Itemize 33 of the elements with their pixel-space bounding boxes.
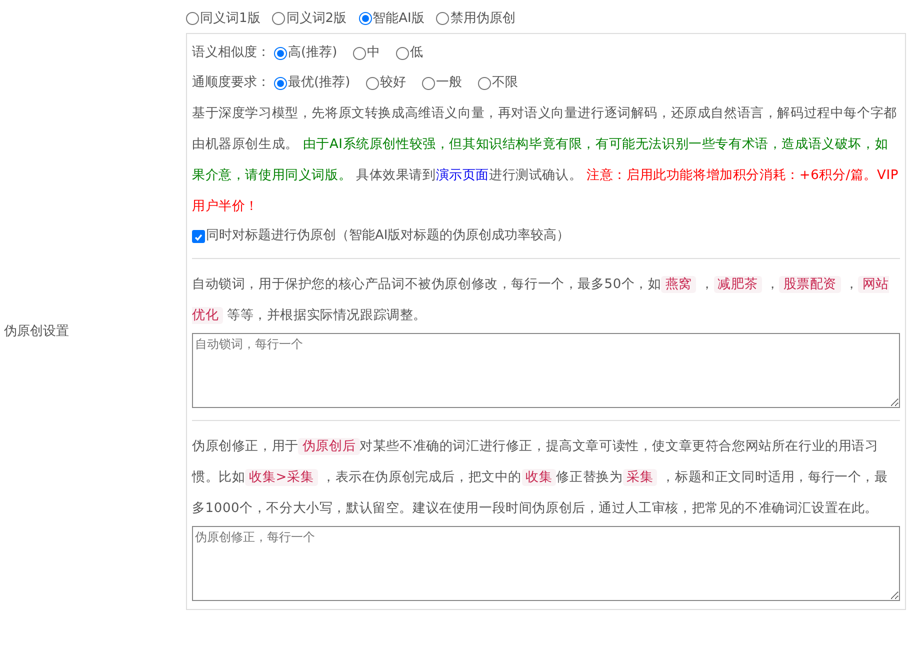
setting-label: 通顺度要求： — [192, 74, 270, 92]
option-label[interactable]: 中 — [367, 38, 380, 68]
mode-label[interactable]: 智能AI版 — [372, 9, 424, 27]
radio-button[interactable] — [358, 12, 372, 24]
radio-button[interactable] — [422, 76, 436, 90]
radio-button[interactable] — [274, 46, 287, 60]
option-label[interactable]: 较好 — [380, 68, 406, 98]
mode-label[interactable]: 同义词1版 — [200, 9, 260, 27]
checkbox[interactable] — [192, 230, 205, 242]
radio-button[interactable] — [366, 76, 380, 90]
settings-label: 伪原创设置 — [4, 323, 69, 340]
description-text: 基于深度学习模型，先将原文转换成高维语义向量，再对语义向量进行逐词解码，还原成自然语言，解码过程中每个字都由机器原创生成。 由于AI系统原创性较强，但其知识结构毕竟有限，有可能无法识别一些专有术语，造成语义破坏，如果介意，请使用同义词版。 具体效果请到演示页面进行测试确认。 注意：启用此功能将增加积分消耗：+6积分/篇。VIP用户半价！ — [192, 105, 900, 216]
radio-button[interactable] — [396, 46, 410, 60]
demo-link[interactable]: 演示页面 — [436, 168, 490, 183]
mode-label[interactable]: 同义词2版 — [286, 9, 347, 27]
lock-words-field[interactable]: 自动锁词，每行一个 — [192, 333, 900, 408]
radio-button[interactable] — [272, 12, 286, 24]
option-label[interactable]: 不限 — [492, 68, 518, 98]
radio-button[interactable] — [274, 76, 287, 90]
radio-button[interactable] — [436, 12, 450, 24]
option-label[interactable]: 高(推荐) — [288, 38, 338, 68]
setting-label: 语义相似度： — [192, 44, 270, 62]
checkbox-label[interactable]: 同时对标题进行伪原创（智能AI版对标题的伪原创成功率较高） — [206, 224, 570, 248]
option-label[interactable]: 最优(推荐) — [288, 68, 350, 98]
radio-button[interactable] — [353, 46, 366, 60]
option-label[interactable]: 低 — [410, 38, 424, 68]
radio-button[interactable] — [478, 76, 492, 90]
correction-text: 伪原创修正，用于 伪原创后 对某些不准确的词汇进行修正，提高文章可读性，使文章更符合您网站所在行业的用语习惯。比如 收集>采集 ，表示在伪原创完成后，把文中的 收集 修正替换为 采集 ，标题和正文同时适用，每行一个，最多1000个，不分大小写，默认留空。建议在使用一段时间伪原创后，通过人工审核，把常见的不准确词汇设置在此。 — [192, 437, 889, 518]
lock-words-text: 自动锁词，用于保护您的核心产品词不被伪原创修改，每行一个，最多50个，如 燕窝 ， 减肥茶 ， 股票配资 ， 网站优化 等等，并根据实际情况跟踪调整。 — [192, 275, 890, 326]
radio-button[interactable] — [186, 12, 199, 24]
mode-label[interactable]: 禁用伪原创 — [450, 9, 516, 27]
correction-field[interactable]: 伪原创修正，每行一个 — [192, 526, 900, 601]
option-label[interactable]: 一般 — [436, 68, 462, 98]
